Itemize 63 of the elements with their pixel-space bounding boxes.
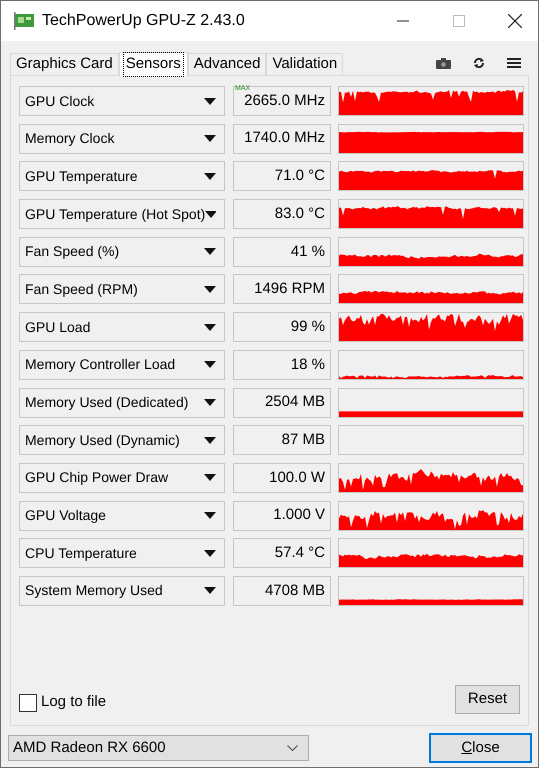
sensor-dropdown[interactable]: Memory Used (Dynamic) (19, 425, 225, 456)
sensor-value: 4708 MB (264, 580, 325, 601)
refresh-icon (473, 57, 485, 69)
tab[interactable]: Validation (266, 53, 344, 75)
menu-button[interactable] (507, 57, 521, 69)
checkbox-label: Log to file (41, 692, 106, 712)
tab[interactable]: Sensors (118, 52, 188, 76)
maximize-icon (453, 15, 465, 27)
sensor-value: 2504 MB (264, 392, 325, 412)
sensor-value: 41 % (290, 242, 325, 262)
sensor-dropdown[interactable]: GPU Temperature (19, 161, 225, 192)
dropdown-arrow-icon (204, 286, 216, 293)
sensor-value: 18 % (290, 354, 325, 375)
sensor-dropdown[interactable]: GPU Temperature (Hot Spot) (19, 199, 225, 230)
sensor-dropdown[interactable]: CPU Temperature (19, 538, 225, 568)
minimize-icon (397, 20, 409, 22)
dropdown-arrow-icon (204, 587, 216, 594)
sensor-value: 1.000 V (273, 505, 325, 526)
dropdown-arrow-icon (204, 512, 216, 520)
sensor-value: 83.0 °C (274, 204, 325, 224)
tab[interactable]: Advanced (188, 53, 266, 75)
graphics-card-icon (13, 12, 35, 30)
close-button[interactable]: Close (429, 733, 532, 763)
reset-button[interactable]: Reset (455, 685, 520, 714)
device-select[interactable]: AMD Radeon RX 6600 (8, 735, 309, 761)
log-checkbox[interactable] (19, 694, 37, 712)
sensor-dropdown[interactable]: Fan Speed (%) (19, 236, 225, 267)
dropdown-arrow-icon (204, 436, 216, 444)
dropdown-arrow-icon (204, 248, 216, 256)
sensor-value: 1496 RPM (254, 279, 325, 300)
refresh-button[interactable] (473, 57, 485, 69)
camera-button[interactable] (436, 58, 451, 68)
close-icon (508, 14, 522, 28)
dropdown-arrow-icon (205, 210, 216, 218)
sensor-dropdown[interactable]: GPU Chip Power Draw (19, 462, 225, 493)
sensor-dropdown[interactable]: Memory Controller Load (19, 350, 225, 380)
sensor-value: 87 MB (282, 430, 325, 450)
sensor-dropdown[interactable]: GPU Voltage (19, 500, 225, 531)
chevron-down-icon (287, 745, 298, 751)
dropdown-arrow-icon (204, 361, 216, 368)
dropdown-arrow-icon (204, 550, 216, 557)
sensor-dropdown[interactable]: Fan Speed (RPM) (19, 274, 225, 304)
sensor-dropdown[interactable]: Memory Clock (19, 124, 225, 154)
window-title: TechPowerUp GPU-Z 2.43.0 (42, 11, 245, 31)
dropdown-arrow-icon (204, 324, 216, 331)
sensor-value: 2665.0 MHz (244, 90, 325, 111)
sensor-dropdown[interactable]: GPU Clock (19, 86, 225, 116)
sensor-value: 57.4 °C (274, 543, 325, 563)
sensor-value: 99 % (290, 316, 325, 337)
sensor-dropdown[interactable]: GPU Load (19, 312, 225, 342)
sensor-value: 71.0 °C (274, 166, 325, 186)
sensor-value: 1740.0 MHz (244, 128, 325, 148)
dropdown-arrow-icon (204, 135, 216, 142)
sensor-dropdown[interactable]: Memory Used (Dedicated) (19, 388, 225, 418)
menu-icon (507, 57, 521, 69)
sensor-dropdown[interactable]: System Memory Used (19, 576, 225, 606)
camera-icon (436, 58, 451, 68)
dropdown-arrow-icon (204, 172, 216, 180)
tab[interactable]: Graphics Card (10, 53, 119, 75)
dropdown-arrow-icon (204, 98, 216, 104)
dropdown-arrow-icon (204, 399, 216, 406)
dropdown-arrow-icon (204, 474, 216, 482)
sensor-value: 100.0 W (269, 468, 325, 488)
